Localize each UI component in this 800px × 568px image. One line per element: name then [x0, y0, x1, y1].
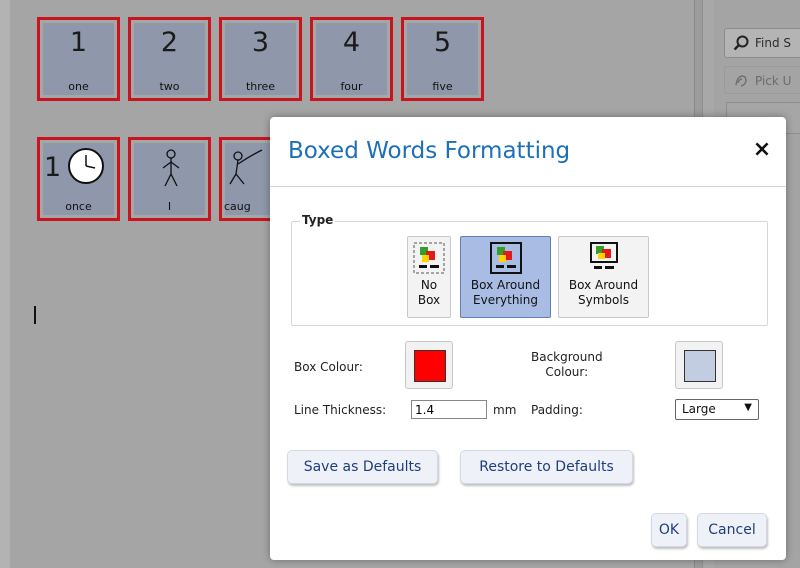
restore-to-defaults-button[interactable]: Restore to Defaults [460, 450, 633, 484]
clock-icon [68, 148, 104, 184]
word-box-label: two [159, 80, 180, 93]
ok-button[interactable]: OK [651, 513, 687, 547]
padding-select[interactable]: Large ▼ [675, 399, 759, 420]
box-around-symbols-label: Box Around Symbols [568, 278, 639, 307]
word-box-label: one [68, 80, 89, 93]
text-cursor [34, 306, 36, 324]
line-thickness-unit: mm [493, 403, 517, 417]
box-colour-label: Box Colour: [294, 360, 363, 374]
word-box-i[interactable]: I [128, 137, 211, 221]
word-box-number: 3 [251, 27, 270, 58]
type-group-label: Type [300, 213, 336, 227]
word-box-number: 4 [342, 27, 361, 58]
close-icon[interactable]: × [750, 138, 774, 162]
pick-up-label: Pick U [755, 74, 792, 88]
box-around-everything-label: Box Around Everything [470, 278, 541, 307]
line-thickness-label: Line Thickness: [294, 403, 387, 417]
document-margin [0, 0, 10, 568]
box-around-symbols-option[interactable]: Box Around Symbols [558, 236, 649, 318]
pick-up-icon [735, 75, 747, 87]
search-icon [733, 35, 749, 51]
chevron-down-icon: ▼ [744, 402, 752, 413]
padding-label: Padding: [531, 403, 583, 417]
background-colour-fill [684, 350, 716, 382]
box-colour-fill [414, 350, 446, 382]
word-box-four[interactable]: 4 four [310, 17, 393, 101]
word-box-three[interactable]: 3 three [219, 17, 302, 101]
word-box-label: I [167, 200, 172, 213]
box-colour-picker[interactable] [405, 341, 453, 389]
word-box-label: four [340, 80, 363, 93]
word-box-five[interactable]: 5 five [401, 17, 484, 101]
box-around-everything-option[interactable]: Box Around Everything [460, 236, 551, 318]
person-pointing-icon [162, 149, 180, 187]
dialog-title-divider [270, 186, 786, 187]
word-box-label: once [65, 200, 92, 213]
pick-up-button[interactable]: Pick U [724, 66, 800, 94]
word-box-label: three [245, 80, 276, 93]
box-around-everything-icon [489, 242, 522, 274]
word-box-label: five [432, 80, 453, 93]
word-box-number: 2 [160, 27, 179, 58]
dialog-title: Boxed Words Formatting [288, 138, 571, 164]
word-box-number: 5 [433, 27, 452, 58]
no-box-icon [413, 242, 445, 274]
line-thickness-input[interactable] [411, 400, 487, 419]
word-box-two[interactable]: 2 two [128, 17, 211, 101]
cancel-button[interactable]: Cancel [697, 513, 767, 547]
no-box-label: No Box [417, 278, 441, 307]
background-colour-label: Background Colour: [531, 350, 603, 379]
word-box-number: 1 [69, 27, 88, 58]
padding-selected-value: Large [682, 402, 716, 416]
word-box-one[interactable]: 1 one [37, 17, 120, 101]
find-symbol-label: Find S [755, 36, 792, 50]
box-around-symbols-icon [589, 242, 618, 269]
find-symbol-button[interactable]: Find S [724, 28, 800, 58]
background-colour-picker[interactable] [675, 341, 723, 389]
no-box-option[interactable]: No Box [407, 236, 451, 318]
save-as-defaults-button[interactable]: Save as Defaults [287, 450, 438, 484]
boxed-words-formatting-dialog: Boxed Words Formatting × Type No Box Box… [270, 117, 786, 560]
word-box-once[interactable]: 1 once [37, 137, 120, 221]
